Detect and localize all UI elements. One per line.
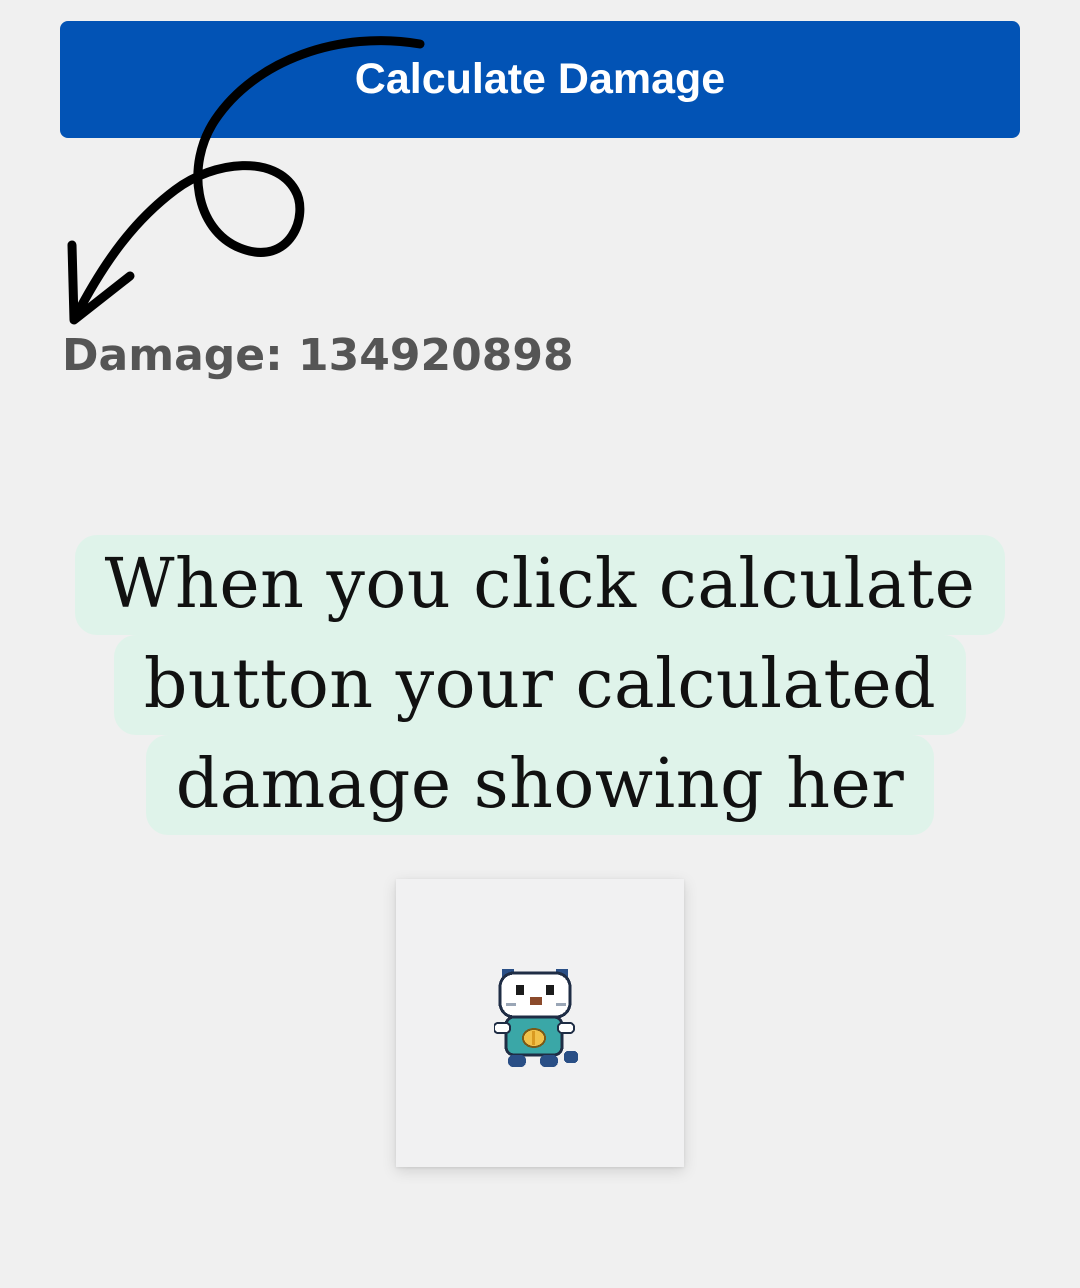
caption-overlay: When you click calculate button your cal…	[0, 535, 1080, 835]
otter-pokemon-sprite-icon	[494, 969, 578, 1067]
pokemon-sprite-card	[396, 879, 684, 1167]
caption-line: damage showing her	[145, 735, 935, 835]
damage-result: Damage: 134920898	[62, 330, 574, 381]
calculate-damage-button[interactable]: Calculate Damage	[60, 21, 1020, 138]
damage-value: 134920898	[298, 330, 574, 381]
caption-line: button your calculated	[113, 635, 967, 735]
caption-line: When you click calculate	[74, 535, 1006, 635]
damage-label: Damage:	[62, 330, 283, 381]
